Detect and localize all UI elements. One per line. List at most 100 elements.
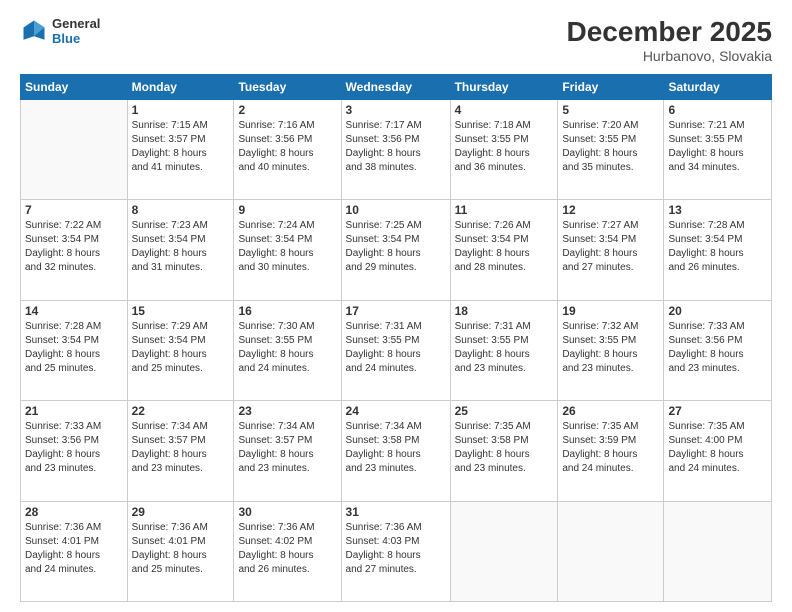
day-number: 5 [562,103,659,117]
day-info: Sunrise: 7:26 AM Sunset: 3:54 PM Dayligh… [455,219,554,275]
calendar-header-row: SundayMondayTuesdayWednesdayThursdayFrid… [21,75,772,100]
day-number: 28 [25,505,123,519]
logo: General Blue [20,16,100,46]
calendar-cell [558,501,664,601]
calendar-cell: 12Sunrise: 7:27 AM Sunset: 3:54 PM Dayli… [558,200,664,300]
day-number: 2 [238,103,336,117]
calendar-cell: 22Sunrise: 7:34 AM Sunset: 3:57 PM Dayli… [127,401,234,501]
day-info: Sunrise: 7:24 AM Sunset: 3:54 PM Dayligh… [238,219,336,275]
month-title: December 2025 [567,16,772,48]
day-info: Sunrise: 7:18 AM Sunset: 3:55 PM Dayligh… [455,119,554,175]
calendar-week-row: 28 Sunrise: 7:36 AM Sunset: 4:01 PM Dayli… [21,501,772,601]
day-info: Sunrise: 7:36 AM Sunset: 4:01 PM Dayligh… [132,521,230,577]
day-number: 4 [455,103,554,117]
calendar-cell: 26 Sunrise: 7:35 AM Sunset: 3:59 PM Dayli… [558,401,664,501]
day-info: Sunrise: 7:16 AM Sunset: 3:56 PM Dayligh… [238,119,336,175]
calendar-cell: 20Sunrise: 7:33 AM Sunset: 3:56 PM Dayli… [664,300,772,400]
day-header: Sunday [21,75,128,100]
calendar-cell: 3 Sunrise: 7:17 AM Sunset: 3:56 PM Daylig… [341,100,450,200]
calendar-cell: 1 Sunrise: 7:15 AM Sunset: 3:57 PM Daylig… [127,100,234,200]
subtitle: Hurbanovo, Slovakia [567,48,772,64]
day-info: Sunrise: 7:33 AM Sunset: 3:56 PM Dayligh… [25,420,123,476]
day-info: Sunrise: 7:31 AM Sunset: 3:55 PM Dayligh… [346,320,446,376]
day-number: 27 [668,404,767,418]
day-info: Sunrise: 7:36 AM Sunset: 4:03 PM Dayligh… [346,521,446,577]
day-info: Sunrise: 7:36 AM Sunset: 4:01 PM Dayligh… [25,521,123,577]
day-info: Sunrise: 7:17 AM Sunset: 3:56 PM Dayligh… [346,119,446,175]
calendar-cell: 14 Sunrise: 7:28 AM Sunset: 3:54 PM Dayli… [21,300,128,400]
day-info: Sunrise: 7:31 AM Sunset: 3:55 PM Dayligh… [455,320,554,376]
day-number: 10 [346,203,446,217]
day-number: 6 [668,103,767,117]
calendar-cell: 5 Sunrise: 7:20 AM Sunset: 3:55 PM Daylig… [558,100,664,200]
calendar-cell: 17 Sunrise: 7:31 AM Sunset: 3:55 PM Dayli… [341,300,450,400]
day-info: Sunrise: 7:28 AM Sunset: 3:54 PM Dayligh… [25,320,123,376]
calendar-cell: 2 Sunrise: 7:16 AM Sunset: 3:56 PM Daylig… [234,100,341,200]
day-header: Saturday [664,75,772,100]
day-info: Sunrise: 7:23 AM Sunset: 3:54 PM Dayligh… [132,219,230,275]
calendar-week-row: 21 Sunrise: 7:33 AM Sunset: 3:56 PM Dayli… [21,401,772,501]
day-number: 18 [455,304,554,318]
calendar-cell: 18 Sunrise: 7:31 AM Sunset: 3:55 PM Dayli… [450,300,558,400]
day-info: Sunrise: 7:22 AM Sunset: 3:54 PM Dayligh… [25,219,123,275]
day-number: 26 [562,404,659,418]
calendar-cell: 31 Sunrise: 7:36 AM Sunset: 4:03 PM Dayli… [341,501,450,601]
day-number: 1 [132,103,230,117]
day-number: 19 [562,304,659,318]
day-number: 31 [346,505,446,519]
day-header: Thursday [450,75,558,100]
day-number: 14 [25,304,123,318]
day-number: 3 [346,103,446,117]
day-header: Tuesday [234,75,341,100]
logo-icon [20,17,48,45]
calendar-cell [664,501,772,601]
day-header: Wednesday [341,75,450,100]
day-number: 29 [132,505,230,519]
calendar-cell: 30Sunrise: 7:36 AM Sunset: 4:02 PM Dayli… [234,501,341,601]
calendar-cell: 4 Sunrise: 7:18 AM Sunset: 3:55 PM Daylig… [450,100,558,200]
day-info: Sunrise: 7:25 AM Sunset: 3:54 PM Dayligh… [346,219,446,275]
title-block: December 2025 Hurbanovo, Slovakia [567,16,772,64]
calendar-cell: 11Sunrise: 7:26 AM Sunset: 3:54 PM Dayli… [450,200,558,300]
calendar-cell: 19 Sunrise: 7:32 AM Sunset: 3:55 PM Dayli… [558,300,664,400]
day-number: 7 [25,203,123,217]
day-info: Sunrise: 7:20 AM Sunset: 3:55 PM Dayligh… [562,119,659,175]
calendar-cell: 23Sunrise: 7:34 AM Sunset: 3:57 PM Dayli… [234,401,341,501]
day-info: Sunrise: 7:28 AM Sunset: 3:54 PM Dayligh… [668,219,767,275]
day-number: 21 [25,404,123,418]
day-number: 17 [346,304,446,318]
page: General Blue December 2025 Hurbanovo, Sl… [0,0,792,612]
calendar-cell: 13 Sunrise: 7:28 AM Sunset: 3:54 PM Dayli… [664,200,772,300]
calendar-cell: 15Sunrise: 7:29 AM Sunset: 3:54 PM Dayli… [127,300,234,400]
day-number: 9 [238,203,336,217]
day-number: 24 [346,404,446,418]
calendar: SundayMondayTuesdayWednesdayThursdayFrid… [20,74,772,602]
day-info: Sunrise: 7:34 AM Sunset: 3:57 PM Dayligh… [132,420,230,476]
day-info: Sunrise: 7:34 AM Sunset: 3:57 PM Dayligh… [238,420,336,476]
calendar-cell: 27 Sunrise: 7:35 AM Sunset: 4:00 PM Dayli… [664,401,772,501]
day-info: Sunrise: 7:29 AM Sunset: 3:54 PM Dayligh… [132,320,230,376]
calendar-cell: 6 Sunrise: 7:21 AM Sunset: 3:55 PM Daylig… [664,100,772,200]
calendar-cell: 8 Sunrise: 7:23 AM Sunset: 3:54 PM Daylig… [127,200,234,300]
calendar-cell: 10 Sunrise: 7:25 AM Sunset: 3:54 PM Dayli… [341,200,450,300]
calendar-cell: 9 Sunrise: 7:24 AM Sunset: 3:54 PM Daylig… [234,200,341,300]
calendar-cell: 24 Sunrise: 7:34 AM Sunset: 3:58 PM Dayli… [341,401,450,501]
day-header: Monday [127,75,234,100]
day-info: Sunrise: 7:35 AM Sunset: 3:59 PM Dayligh… [562,420,659,476]
day-info: Sunrise: 7:30 AM Sunset: 3:55 PM Dayligh… [238,320,336,376]
day-info: Sunrise: 7:33 AM Sunset: 3:56 PM Dayligh… [668,320,767,376]
day-info: Sunrise: 7:21 AM Sunset: 3:55 PM Dayligh… [668,119,767,175]
day-number: 30 [238,505,336,519]
day-number: 25 [455,404,554,418]
day-info: Sunrise: 7:34 AM Sunset: 3:58 PM Dayligh… [346,420,446,476]
calendar-cell [450,501,558,601]
day-info: Sunrise: 7:15 AM Sunset: 3:57 PM Dayligh… [132,119,230,175]
day-number: 13 [668,203,767,217]
day-number: 16 [238,304,336,318]
calendar-cell: 21 Sunrise: 7:33 AM Sunset: 3:56 PM Dayli… [21,401,128,501]
day-info: Sunrise: 7:32 AM Sunset: 3:55 PM Dayligh… [562,320,659,376]
calendar-week-row: 14 Sunrise: 7:28 AM Sunset: 3:54 PM Dayli… [21,300,772,400]
calendar-cell: 7 Sunrise: 7:22 AM Sunset: 3:54 PM Daylig… [21,200,128,300]
day-number: 8 [132,203,230,217]
day-info: Sunrise: 7:35 AM Sunset: 4:00 PM Dayligh… [668,420,767,476]
